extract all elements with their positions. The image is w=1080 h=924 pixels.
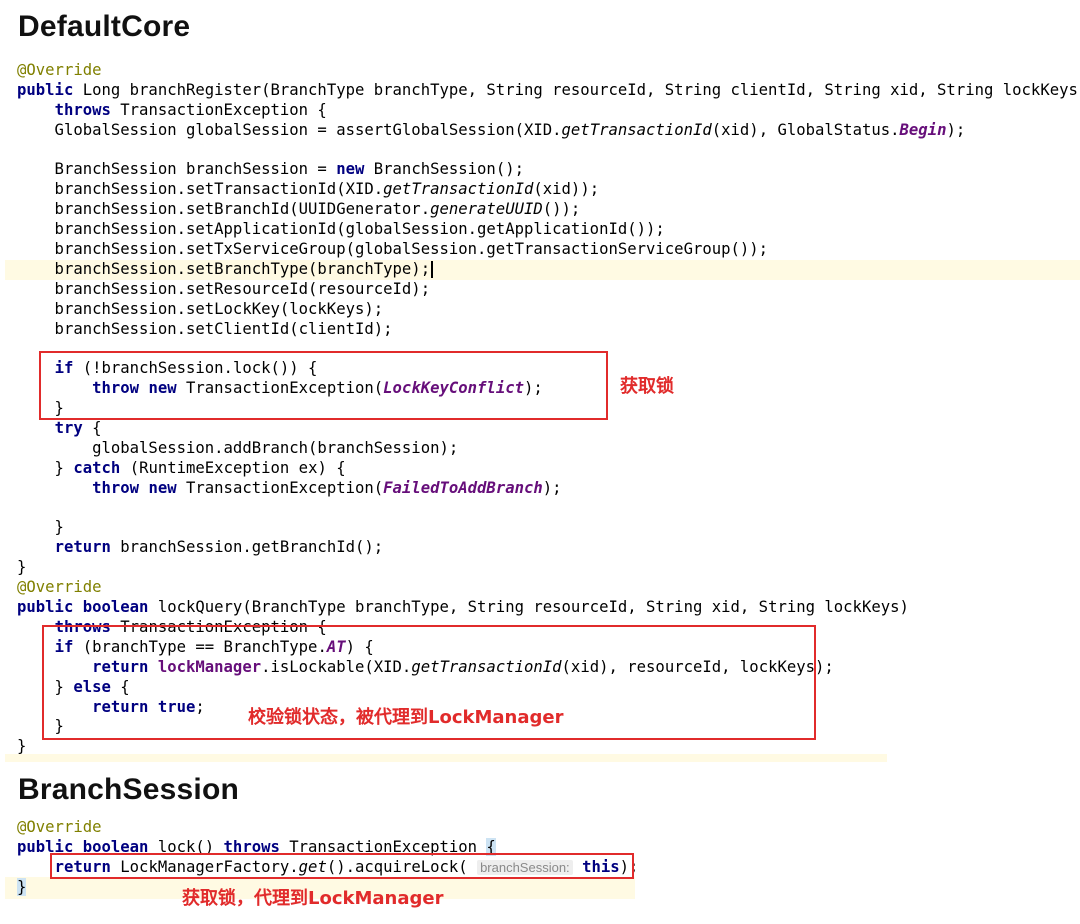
code-token: generateUUID: [430, 200, 543, 219]
code-token: }: [17, 458, 74, 477]
code-token: (xid));: [533, 180, 600, 199]
code-token: new: [336, 160, 374, 179]
code-token: throws: [54, 100, 121, 119]
code-token: branchSession.setTransactionId(XID.: [17, 180, 384, 199]
code-line: @Override: [17, 578, 1080, 598]
section-title-defaultcore: DefaultCore: [18, 10, 191, 43]
code-line: throw new TransactionException(FailedToA…: [17, 479, 1080, 499]
code-token: branchSession.setTxServiceGroup(globalSe…: [17, 240, 769, 259]
code-line: BranchSession branchSession = new Branch…: [17, 160, 1080, 180]
note-acquire-lock-proxy: 获取锁，代理到LockManager: [182, 888, 444, 909]
code-line: }: [17, 737, 1080, 757]
note-acquire-lock: 获取锁: [620, 376, 674, 397]
code-token: lockQuery(BranchType branchType, String …: [157, 598, 909, 617]
code-token: branchSession.setApplicationId(globalSes…: [17, 220, 665, 239]
code-line: }: [17, 558, 1080, 578]
code-token: );: [542, 478, 562, 497]
highlight-box-acquirelock: [50, 853, 634, 879]
code-line: branchSession.setTxServiceGroup(globalSe…: [17, 240, 1080, 260]
code-token: branchSession.setClientId(clientId);: [17, 319, 393, 338]
code-token: branchSession.setLockKey(lockKeys);: [17, 299, 384, 318]
code-token: {: [92, 419, 102, 438]
code-line: throws TransactionException {: [17, 101, 1080, 121]
code-token: return: [54, 538, 121, 557]
code-line: } catch (RuntimeException ex) {: [17, 459, 1080, 479]
code-line: branchSession.setBranchId(UUIDGenerator.…: [17, 200, 1080, 220]
code-token: catch: [73, 458, 130, 477]
section-title-branchsession: BranchSession: [18, 773, 240, 806]
code-line: branchSession.setResourceId(resourceId);: [17, 280, 1080, 300]
code-line: @Override: [17, 818, 638, 838]
code-token: ());: [542, 200, 581, 219]
code-token: try: [54, 419, 93, 438]
code-line: }: [17, 518, 1080, 538]
code-token: getTransactionId: [561, 120, 712, 139]
code-token: public boolean: [17, 598, 158, 617]
code-token: }: [17, 558, 27, 577]
code-line: try {: [17, 419, 1080, 439]
note-check-lock-state: 校验锁状态，被代理到LockManager: [248, 707, 564, 728]
code-line: branchSession.setTransactionId(XID.getTr…: [17, 180, 1080, 200]
code-token: FailedToAddBranch: [383, 478, 543, 497]
code-token: branchSession.getBranchId();: [120, 538, 384, 557]
code-token: branchSession.setResourceId(resourceId);: [17, 279, 431, 298]
code-token: public: [17, 80, 83, 99]
code-token: }: [17, 518, 64, 537]
code-token: @Override: [17, 578, 102, 597]
code-token: branchSession.setBranchId(UUIDGenerator.: [17, 200, 431, 219]
code-line: GlobalSession globalSession = assertGlob…: [17, 121, 1080, 141]
code-token: @Override: [17, 61, 102, 79]
code-token: BranchSession();: [373, 160, 524, 179]
text-caret: [431, 260, 434, 278]
code-line: branchSession.setApplicationId(globalSes…: [17, 220, 1080, 240]
code-token: TransactionException {: [120, 100, 327, 119]
code-token: branchSession.setBranchType(branchType);: [17, 259, 431, 278]
code-token: (xid), GlobalStatus.: [711, 120, 900, 139]
code-token: Long branchRegister(BranchType branchTyp…: [82, 80, 1080, 99]
code-token: @Override: [17, 818, 102, 836]
code-line: public boolean lockQuery(BranchType bran…: [17, 598, 1080, 618]
code-line: globalSession.addBranch(branchSession);: [17, 439, 1080, 459]
code-line: @Override: [17, 61, 1080, 81]
code-token: throw new: [92, 478, 186, 497]
code-line: return branchSession.getBranchId();: [17, 538, 1080, 558]
code-line: branchSession.setClientId(clientId);: [17, 320, 1080, 340]
code-line: public Long branchRegister(BranchType br…: [17, 81, 1080, 101]
code-token: globalSession.addBranch(branchSession);: [17, 438, 459, 457]
highlight-box-lock: [39, 351, 608, 420]
code-token: getTransactionId: [383, 180, 534, 199]
code-token: Begin: [899, 120, 947, 139]
code-token: GlobalSession globalSession = assertGlob…: [17, 120, 562, 139]
code-line: branchSession.setLockKey(lockKeys);: [17, 300, 1080, 320]
code-token: TransactionException(: [186, 478, 384, 497]
code-token: BranchSession branchSession =: [17, 160, 337, 179]
code-token: );: [946, 120, 966, 139]
code-token: (RuntimeException ex) {: [129, 458, 346, 477]
code-line: branchSession.setBranchType(branchType);: [17, 260, 1080, 280]
code-token: }: [17, 877, 27, 896]
code-token: }: [17, 737, 27, 756]
